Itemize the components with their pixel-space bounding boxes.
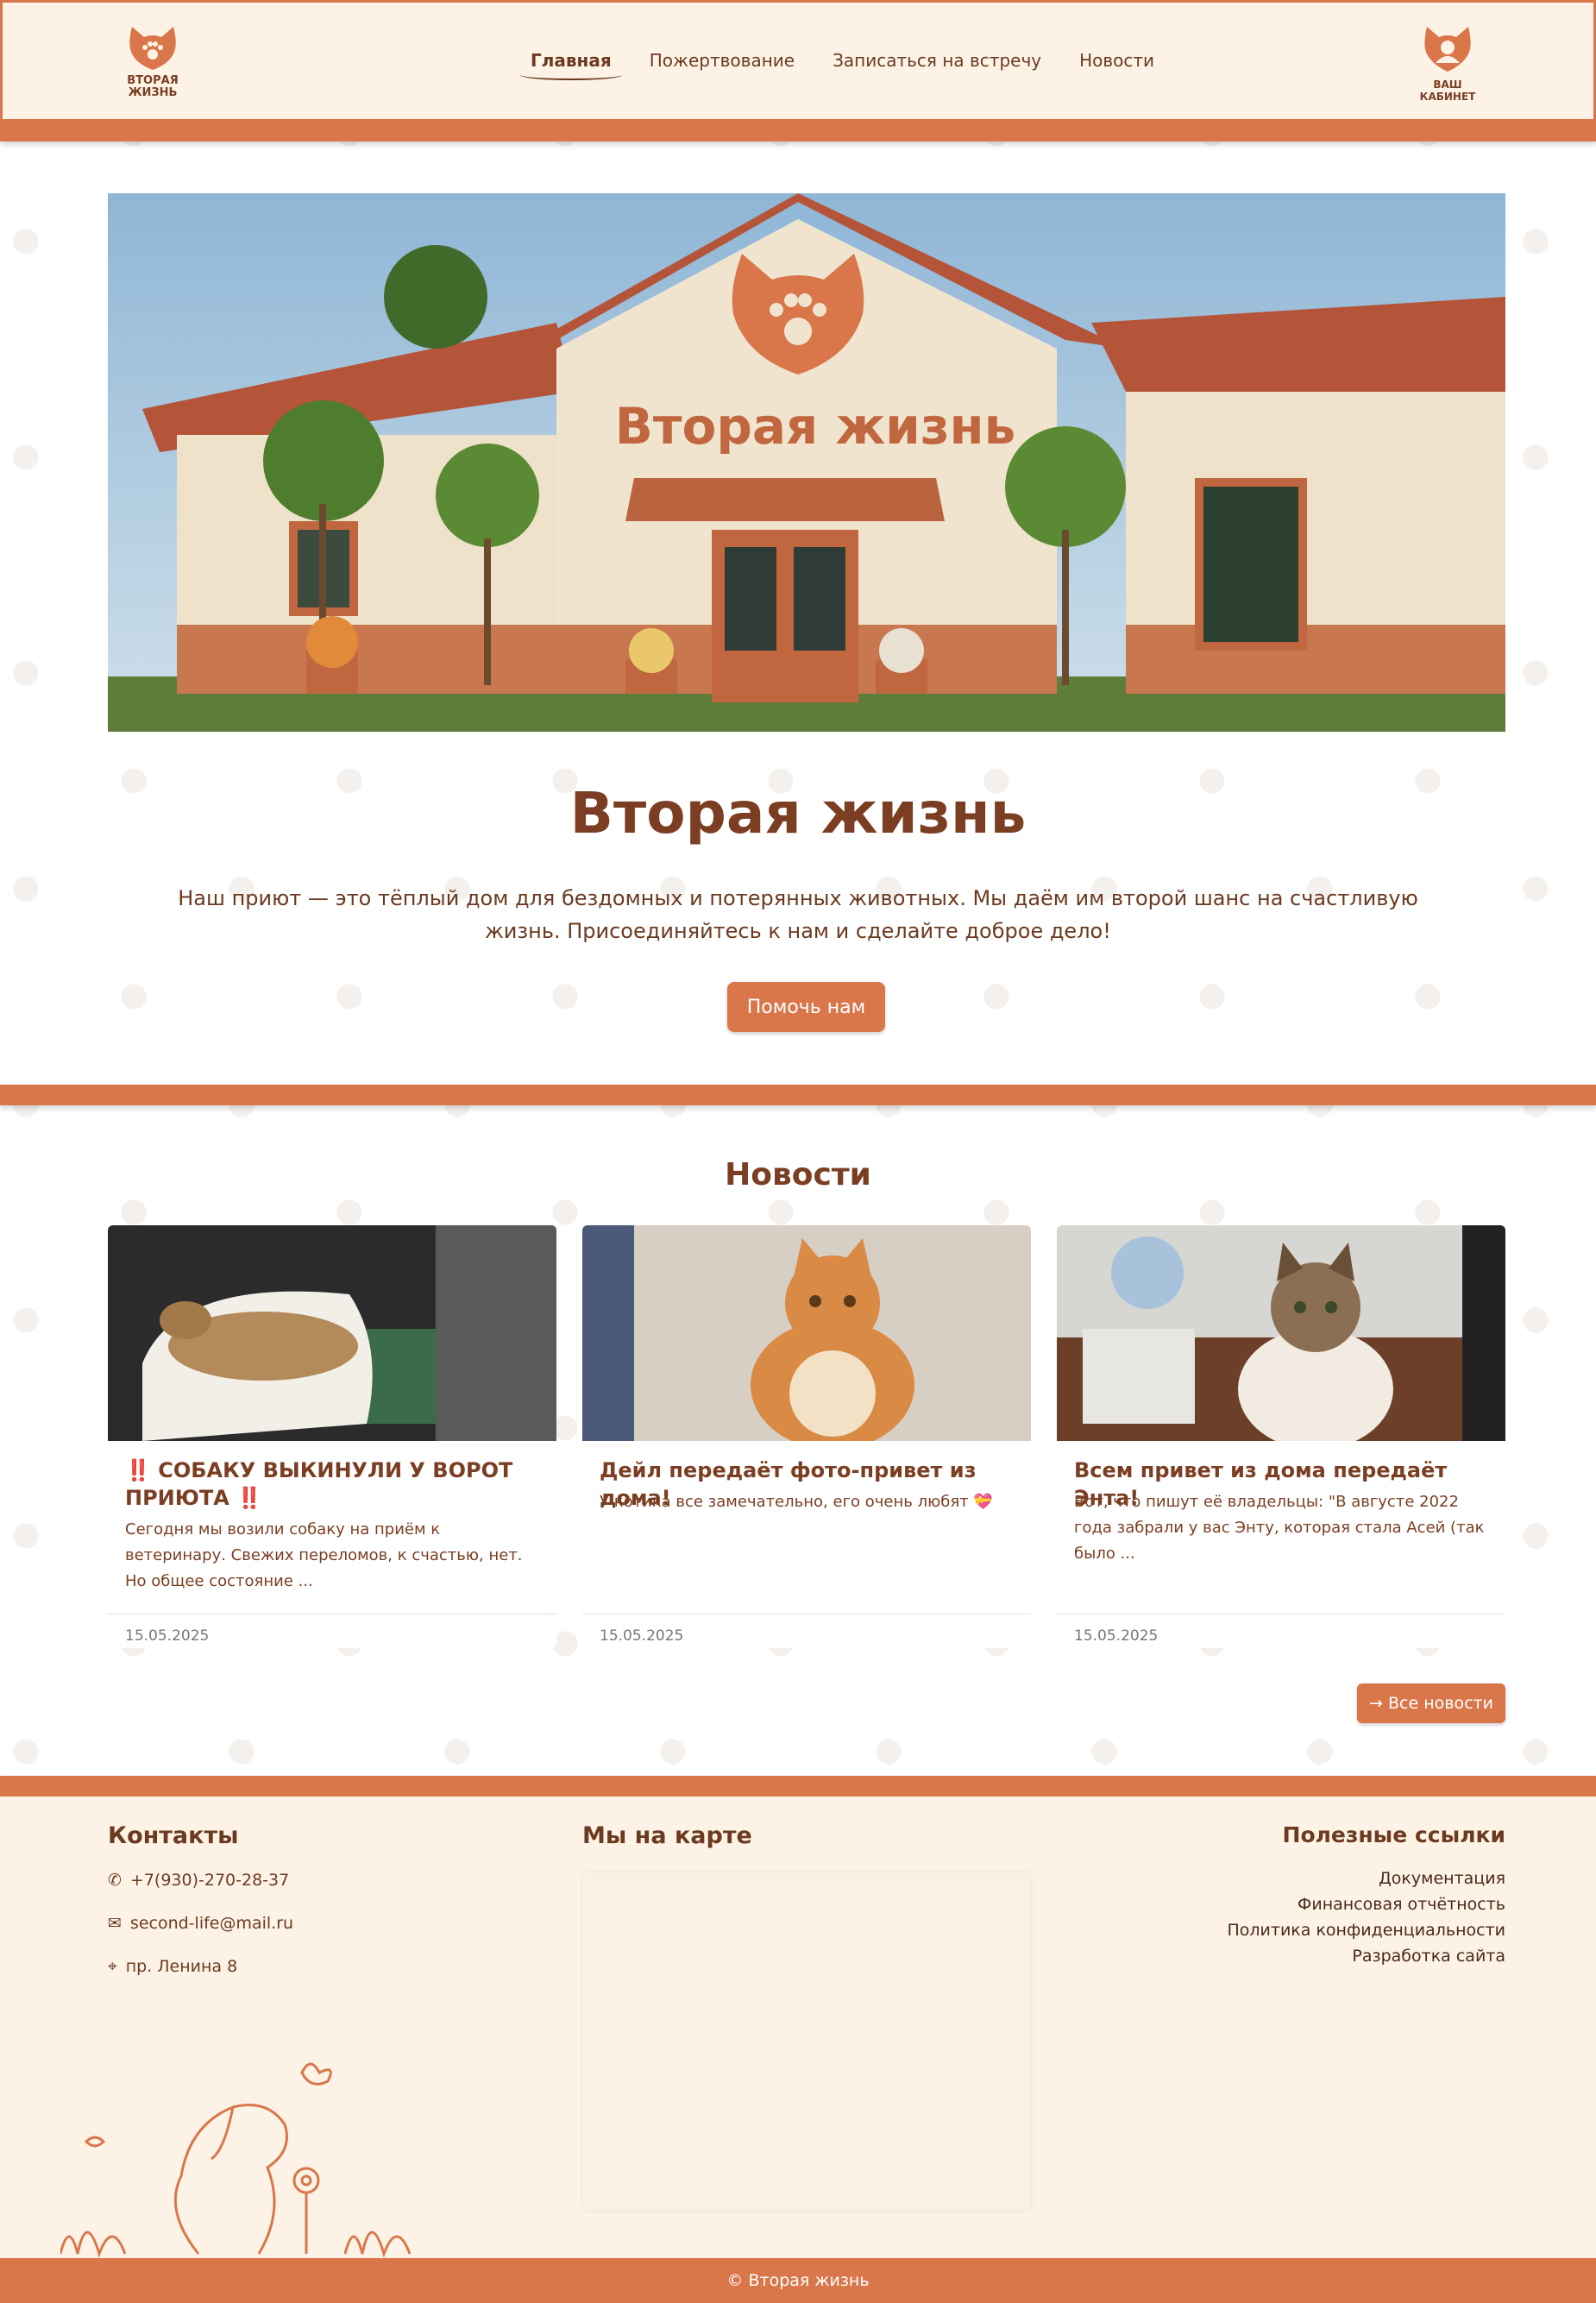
- useful-links: Документация Финансовая отчётность Полит…: [1227, 1866, 1505, 1969]
- hero-title: Вторая жизнь: [569, 780, 1027, 846]
- links-heading: Полезные ссылки: [1282, 1822, 1505, 1847]
- contacts-heading: Контакты: [108, 1822, 239, 1849]
- news-card-text: Вот, что пишут её владельцы: "В августе …: [1074, 1493, 1485, 1563]
- news-card-text: У котика все замечательно, его очень люб…: [600, 1493, 993, 1511]
- contact-phone[interactable]: ✆ +7(930)-270-28-37: [108, 1871, 289, 1890]
- contact-address: ⌖ пр. Ленина 8: [108, 1957, 237, 1976]
- link-financial-report[interactable]: Финансовая отчётность: [1227, 1891, 1505, 1917]
- section-divider-bar: [0, 1085, 1596, 1105]
- news-card[interactable]: ‼️ СОБАКУ ВЫКИНУЛИ У ВОРОТ ПРИЮТА ‼️ Сег…: [108, 1225, 556, 1648]
- map-heading: Мы на карте: [582, 1822, 752, 1849]
- account-label: Ваш кабинет: [1419, 79, 1476, 103]
- dog-illustration: [60, 2062, 412, 2258]
- arrow-right-icon: →: [1369, 1694, 1388, 1713]
- map-embed[interactable]: [582, 1872, 1031, 2211]
- phone-number: +7(930)-270-28-37: [129, 1871, 290, 1890]
- all-news-label: Все новости: [1388, 1694, 1493, 1713]
- building-sign-text: Вторая жизнь: [615, 397, 1016, 456]
- logo-text: Вторая жизнь: [127, 74, 179, 99]
- hero-section: Вторая жизнь Вторая жизнь Наш приют — эт…: [0, 142, 1596, 1085]
- news-card-title: ‼️ СОБАКУ ВЫКИНУЛИ У ВОРОТ ПРИЮТА ‼️: [125, 1458, 513, 1510]
- link-site-development[interactable]: Разработка сайта: [1227, 1943, 1505, 1969]
- footer-divider-bar: [0, 1776, 1596, 1796]
- help-us-button[interactable]: Помочь нам: [727, 982, 885, 1032]
- contact-email[interactable]: ✉ second-life@mail.ru: [108, 1914, 293, 1933]
- news-image-calico-cat: [1057, 1225, 1505, 1441]
- news-card[interactable]: Дейл передаёт фото-привет из дома! У кот…: [582, 1225, 1031, 1648]
- news-card-date: 15.05.2025: [1074, 1627, 1159, 1645]
- site-header: Вторая жизнь Главная Пожертвование Запис…: [0, 0, 1596, 119]
- header-accent-bar: [0, 119, 1596, 142]
- news-image-ginger-cat: [582, 1225, 1031, 1441]
- copyright-bar: © Вторая жизнь: [0, 2258, 1596, 2303]
- hero-description: Наш приют — это тёплый дом для бездомных…: [178, 886, 1418, 943]
- map-pin-icon: ⌖: [108, 1957, 117, 1976]
- link-documentation[interactable]: Документация: [1227, 1866, 1505, 1891]
- nav-item-donation[interactable]: Пожертвование: [631, 47, 814, 82]
- shelter-building-image: Вторая жизнь: [108, 193, 1505, 732]
- user-cat-icon: [1424, 27, 1471, 72]
- news-image-dog: [108, 1225, 556, 1441]
- main-nav: Главная Пожертвование Записаться на встр…: [512, 47, 1173, 82]
- site-logo[interactable]: Вторая жизнь: [125, 23, 180, 101]
- email-address: second-life@mail.ru: [129, 1914, 294, 1933]
- news-heading: Новости: [725, 1157, 871, 1192]
- envelope-icon: ✉: [108, 1914, 122, 1933]
- news-section: Новости ‼️ СОБАКУ ВЫКИНУЛИ У ВОРОТ ПРИЮТ…: [0, 1105, 1596, 1776]
- news-card[interactable]: Всем привет из дома передаёт Энта! Вот, …: [1057, 1225, 1505, 1648]
- site-footer: Контакты ✆ +7(930)-270-28-37 ✉ second-li…: [0, 1796, 1596, 2258]
- nav-item-appointment[interactable]: Записаться на встречу: [814, 47, 1060, 82]
- news-card-date: 15.05.2025: [125, 1627, 210, 1645]
- nav-item-home[interactable]: Главная: [512, 47, 631, 82]
- nav-item-news[interactable]: Новости: [1060, 47, 1173, 82]
- news-card-date: 15.05.2025: [600, 1627, 684, 1645]
- link-privacy-policy[interactable]: Политика конфиденциальности: [1227, 1917, 1505, 1943]
- all-news-button[interactable]: → Все новости: [1357, 1683, 1505, 1723]
- cat-heart-logo-icon: [129, 27, 176, 70]
- address-text: пр. Ленина 8: [125, 1957, 238, 1976]
- news-card-text: Сегодня мы возили собаку на приём к вете…: [125, 1520, 523, 1590]
- account-button[interactable]: Ваш кабинет: [1417, 23, 1478, 103]
- phone-icon: ✆: [108, 1871, 122, 1890]
